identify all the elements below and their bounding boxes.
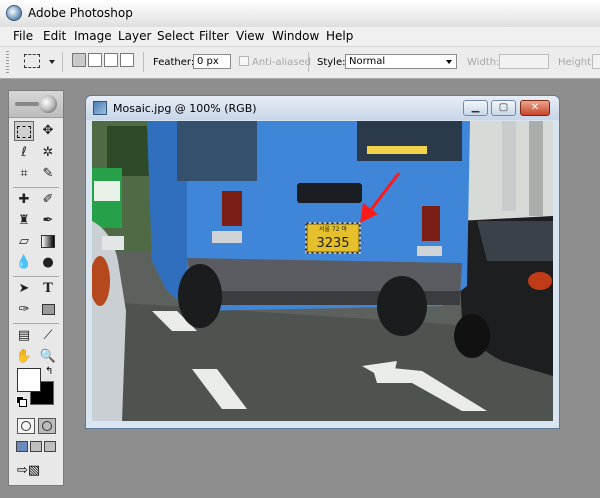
swap-colors-icon[interactable]: ↰ [45,366,53,377]
document-title-bar[interactable]: Mosaic.jpg @ 100% (RGB) ▁ ▢ ✕ [86,96,559,120]
anti-aliased-checkbox[interactable] [239,56,249,66]
lasso-tool-icon[interactable]: ℓ [14,143,34,163]
style-label: Style: [317,57,346,68]
pen-tool-icon[interactable]: ✑ [14,300,34,320]
standard-screen-mode-button[interactable] [16,441,28,452]
foreground-color-swatch[interactable] [17,368,41,392]
separator [62,52,63,72]
menu-help[interactable]: Help [326,29,353,43]
close-button[interactable]: ✕ [520,100,550,116]
license-plate-top-text: 서울 72 마 [319,225,347,233]
standard-mode-button[interactable] [17,418,35,434]
height-label: Height: [558,57,595,68]
separator [13,323,59,324]
separator [143,52,144,72]
intersect-selection-button[interactable] [120,53,134,67]
menu-file[interactable]: File [13,29,33,43]
magic-wand-tool-icon[interactable]: ✲ [38,143,58,163]
notes-tool-icon[interactable]: ▤ [14,326,34,346]
menu-select[interactable]: Select [157,29,194,43]
clone-stamp-tool-icon[interactable]: ♜ [14,211,34,231]
style-select[interactable]: Normal [345,54,457,69]
menu-window[interactable]: Window [272,29,319,43]
brush-tool-icon[interactable]: ✐ [38,190,58,210]
photoshop-document-icon [93,101,107,115]
app-title: Adobe Photoshop [28,6,133,20]
license-plate-text: 3235 [316,236,349,251]
rectangular-marquee-tool-icon[interactable] [14,121,34,141]
full-screen-menu-mode-button[interactable] [30,441,42,452]
options-bar: Feather: 0 px Anti-aliased Style: Normal… [0,47,600,79]
anti-aliased-label: Anti-aliased [252,57,312,68]
feather-input[interactable]: 0 px [193,54,231,69]
history-brush-tool-icon[interactable]: ✒ [38,211,58,231]
eyedropper-tool-icon[interactable]: ⟋ [38,326,58,346]
chevron-down-icon [446,60,452,64]
eraser-tool-icon[interactable]: ▱ [14,232,34,252]
hand-tool-icon[interactable]: ✋ [14,347,34,367]
photoshop-app-icon [6,5,22,21]
gradient-tool-icon[interactable] [38,232,58,252]
separator [13,276,59,277]
rectangular-marquee-preset-icon[interactable] [24,54,40,68]
separator [13,187,59,188]
feather-logo-icon [15,102,39,106]
document-title: Mosaic.jpg @ 100% (RGB) [113,102,257,115]
jump-to-imageready-icon[interactable]: ⇨▧ [17,462,55,480]
title-bar: Adobe Photoshop [0,0,600,28]
quick-mask-mode-button[interactable] [38,418,56,434]
full-screen-mode-button[interactable] [44,441,56,452]
crop-tool-icon[interactable]: ⌗ [14,164,34,184]
menu-image[interactable]: Image [74,29,112,43]
document-canvas[interactable]: 서울 72 마 3235 [92,121,553,421]
minimize-button[interactable]: ▁ [463,100,488,116]
add-to-selection-button[interactable] [88,53,102,67]
width-label: Width: [467,57,500,68]
style-select-value: Normal [349,56,386,67]
eye-logo-icon [39,95,57,113]
menu-bar: File Edit Image Layer Select Filter View… [0,27,600,47]
slice-tool-icon[interactable]: ✎ [38,164,58,184]
photo-street-bus: 서울 72 마 3235 [92,121,553,421]
blur-tool-icon[interactable]: 💧 [14,253,34,273]
new-selection-button[interactable] [72,53,86,67]
height-input[interactable] [592,54,600,69]
tools-panel: ✥ ℓ ✲ ⌗ ✎ ✚ ✐ ♜ ✒ ▱ 💧 ● ➤ T ✑ ▤ ⟋ ✋ 🔍 ↰ … [8,90,64,486]
maximize-button[interactable]: ▢ [491,100,516,116]
zoom-tool-icon[interactable]: 🔍 [38,347,58,367]
type-tool-icon[interactable]: T [38,279,58,299]
feather-label: Feather: [153,57,195,68]
menu-edit[interactable]: Edit [43,29,66,43]
dodge-tool-icon[interactable]: ● [38,253,58,273]
default-colors-icon[interactable] [16,396,27,407]
menu-layer[interactable]: Layer [118,29,151,43]
tool-preset-dropdown-arrow-icon[interactable] [49,60,55,64]
healing-brush-tool-icon[interactable]: ✚ [14,190,34,210]
move-tool-icon[interactable]: ✥ [38,121,58,141]
path-selection-tool-icon[interactable]: ➤ [14,279,34,299]
document-window: Mosaic.jpg @ 100% (RGB) ▁ ▢ ✕ 서울 72 마 32… [85,95,560,429]
rectangle-tool-icon[interactable] [38,300,58,320]
width-input[interactable] [499,54,549,69]
tools-panel-header[interactable] [9,91,63,118]
separator [308,52,309,72]
subtract-from-selection-button[interactable] [104,53,118,67]
options-bar-grip[interactable] [6,51,9,73]
menu-filter[interactable]: Filter [199,29,229,43]
menu-view[interactable]: View [236,29,264,43]
